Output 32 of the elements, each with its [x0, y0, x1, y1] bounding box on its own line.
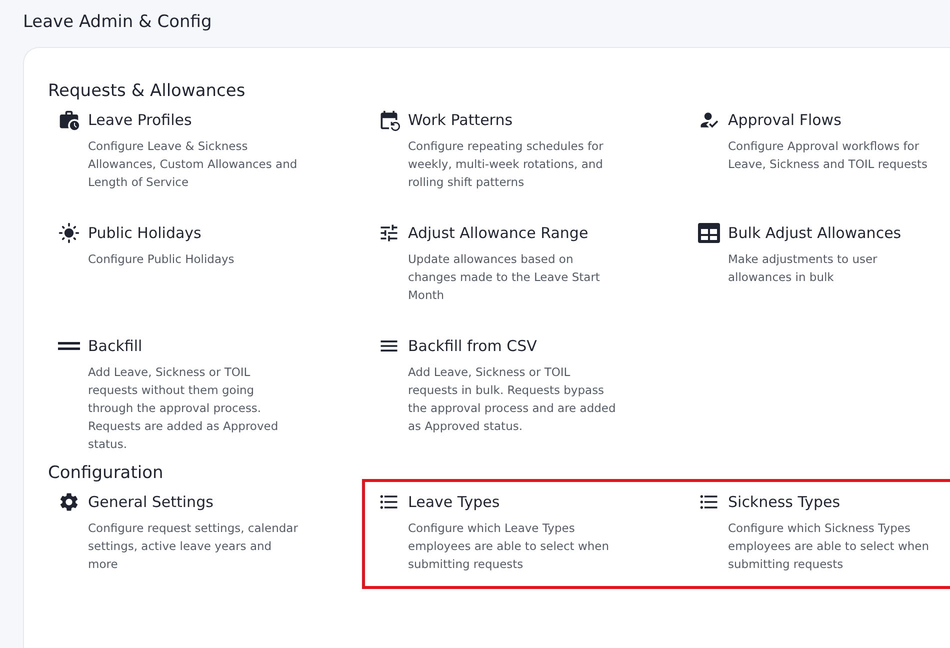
option-description: Configure request settings, calendar settings, active leave years and more: [88, 520, 299, 573]
option-description: Configure Public Holidays: [88, 251, 236, 268]
option-description: Configure which Sickness Types employees are able to select when submitting requests: [728, 520, 930, 573]
sliders-icon: [378, 222, 400, 244]
option-description: Add Leave, Sickness or TOIL requests without them going through the approval process. Requests are added as Approved status.: [88, 364, 280, 453]
option-title[interactable]: Backfill: [88, 335, 378, 357]
option-title[interactable]: General Settings: [88, 491, 378, 513]
section-heading: Requests & Allowances: [48, 81, 246, 101]
section-heading: Configuration: [48, 463, 164, 483]
option-description: Configure Leave & Sickness Allowances, Custom Allowances and Length of Service: [88, 138, 298, 191]
option-title[interactable]: Adjust Allowance Range: [408, 222, 698, 244]
option-title[interactable]: Work Patterns: [408, 109, 698, 131]
table-icon: [698, 223, 720, 243]
option-title[interactable]: Public Holidays: [88, 222, 378, 244]
option-description: Configure which Leave Types employees are able to select when submitting requests: [408, 520, 610, 573]
calendar-repeat-icon: [378, 109, 400, 131]
option-description: Update allowances based on changes made to the Leave Start Month: [408, 251, 601, 304]
option-description: Add Leave, Sickness or TOIL requests in bulk. Requests bypass the approval process and are added as Approved status.: [408, 364, 617, 435]
option-title[interactable]: Backfill from CSV: [408, 335, 698, 357]
option-description: Configure repeating schedules for weekly, multi-week rotations, and rolling shift patterns: [408, 138, 604, 191]
option-title[interactable]: Leave Profiles: [88, 109, 378, 131]
two-lines-icon: [58, 342, 80, 350]
settings-icon: [58, 491, 80, 513]
option-description: Configure Approval workflows for Leave, Sickness and TOIL requests: [728, 138, 929, 173]
option-description: Make adjustments to user allowances in bulk: [728, 251, 878, 286]
option-title[interactable]: Approval Flows: [728, 109, 950, 131]
option-title[interactable]: Bulk Adjust Allowances: [728, 222, 950, 244]
option-title[interactable]: Sickness Types: [728, 491, 948, 513]
option-title[interactable]: Leave Types: [408, 491, 698, 513]
sun-icon: [58, 222, 80, 244]
briefcase-clock-icon: [58, 109, 80, 131]
page-title: Leave Admin & Config: [23, 12, 213, 34]
